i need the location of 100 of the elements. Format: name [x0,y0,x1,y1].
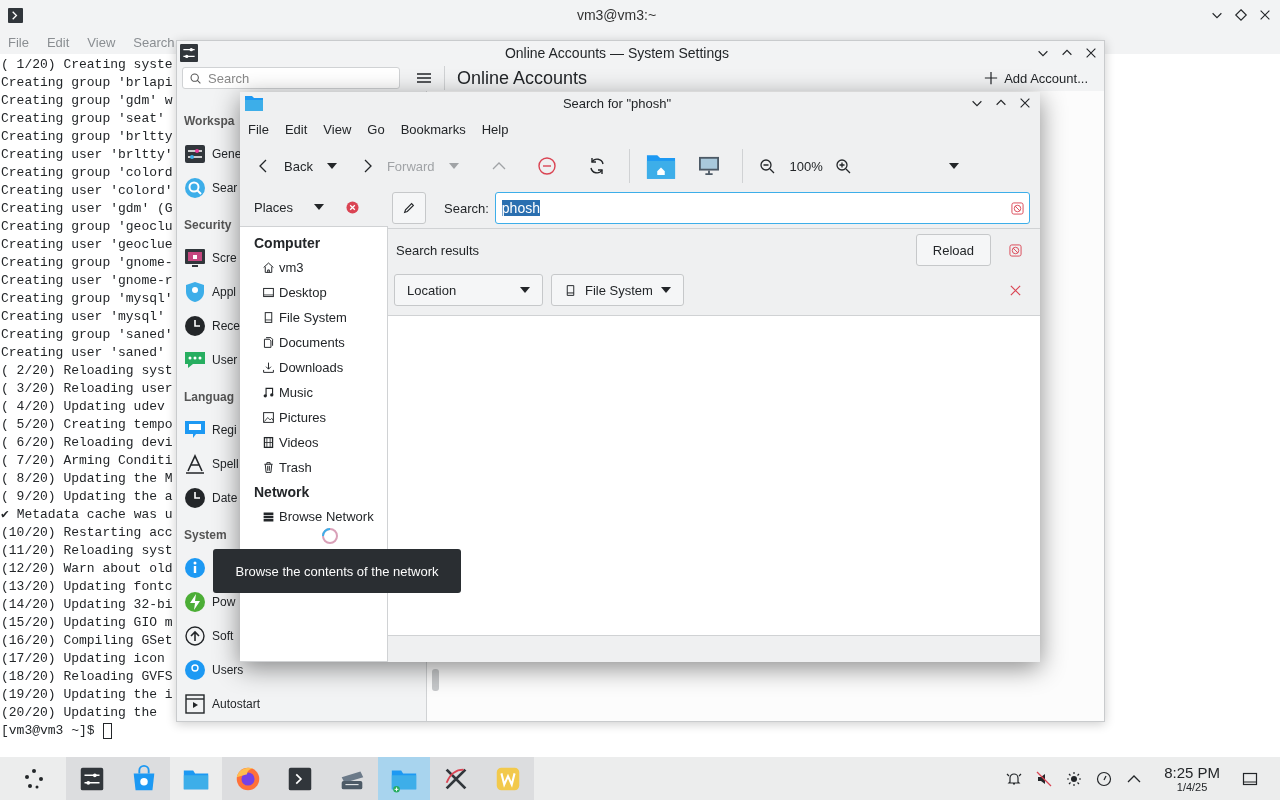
terminal-line: Creating group 'mysql' [0,290,173,308]
home-folder-icon[interactable] [645,152,676,180]
picture-icon[interactable] [262,411,275,424]
tree-item[interactable]: Documents [279,335,345,350]
dropdown-caret-icon[interactable] [326,163,337,169]
menu-item[interactable]: View [323,121,352,137]
tree-item[interactable]: Desktop [279,285,327,300]
play-window-icon[interactable] [184,693,206,715]
taskbar-button[interactable] [222,757,274,800]
close-icon[interactable] [1258,8,1272,22]
sidebar-item[interactable]: User [212,353,238,367]
stop-icon[interactable] [1009,243,1022,257]
tree-item[interactable]: File System [279,310,347,325]
menu-item[interactable]: Help [481,121,509,137]
filter-dropdown[interactable]: Location [394,274,543,306]
sidebar-item[interactable]: Rece [212,319,240,333]
muted-speaker-icon[interactable] [1036,770,1053,787]
lightning-icon[interactable] [184,591,206,613]
zoom-out-icon[interactable] [758,158,775,174]
scrollbar-handle[interactable] [432,669,439,691]
edit-button[interactable] [392,192,426,224]
sidebar-item[interactable]: Scre [212,251,237,265]
terminal-line: ( 1/20) Creating syste [0,56,173,74]
clock-time[interactable]: 8:25 PM [1164,764,1220,781]
trash-icon[interactable] [262,461,275,474]
monitor-icon[interactable] [697,156,720,176]
tree-item[interactable]: Trash [279,460,312,475]
app-launcher-icon[interactable] [22,766,46,791]
clock-date[interactable]: 1/4/25 [1176,781,1208,793]
tree-item[interactable]: Music [279,385,313,400]
search-icon [189,71,202,85]
add-account-button[interactable]: Add Account... [980,68,1092,88]
tree-group-heading[interactable]: Computer [240,231,387,255]
clear-icon[interactable] [1011,201,1024,215]
sidebar-item[interactable]: Spell [212,457,239,471]
close-icon[interactable] [1018,96,1032,110]
sidebar-item[interactable]: Date [212,491,238,505]
places-selector[interactable]: Places [254,199,314,215]
upload-icon[interactable] [184,625,206,647]
bell-icon[interactable] [1006,770,1023,787]
close-icon[interactable] [1084,46,1098,60]
reload-button[interactable]: Reload [915,234,991,266]
drive-icon [564,283,577,297]
show-desktop-icon[interactable] [1242,770,1258,787]
monitor-icon[interactable] [262,286,275,299]
gauge-icon[interactable] [1096,770,1113,787]
zoom-in-icon[interactable] [834,158,851,174]
tree-item[interactable]: Downloads [279,360,344,375]
restore-icon[interactable] [1234,8,1248,22]
sidebar-item[interactable]: Autostart [212,697,261,711]
film-icon[interactable] [262,436,275,449]
menu-item[interactable]: Go [367,121,385,137]
person-icon[interactable] [184,659,206,681]
sidebar-item[interactable]: Users [212,663,244,677]
window-title: Search for "phosh" [561,95,673,111]
drive-icon[interactable] [262,311,275,324]
clock-icon[interactable] [184,315,206,337]
download-icon[interactable] [262,361,275,374]
chat-bubble-icon[interactable] [184,349,206,371]
window-title: Online Accounts — System Settings [503,45,731,61]
close-panel-icon[interactable] [346,200,359,214]
tree-item[interactable]: Videos [279,435,319,450]
taskbar-button[interactable] [326,757,378,800]
search-field[interactable]: Search [182,67,400,89]
overflow-caret-icon[interactable] [948,163,959,169]
sidebar-item[interactable]: Regi [212,423,237,437]
tree-item[interactable]: Pictures [279,410,326,425]
tree-group-heading[interactable]: Network [240,480,387,504]
locked-screen-icon[interactable] [184,247,206,269]
sliders-icon[interactable] [184,143,206,165]
music-note-icon[interactable] [262,386,275,399]
taskbar-button[interactable] [430,757,482,800]
results-label: Search results [396,242,481,258]
filter-dropdown[interactable]: File System [551,274,684,306]
taskbar-button[interactable] [66,757,118,800]
tree-item[interactable]: vm3 [279,260,304,275]
sidebar-item[interactable]: Pow [212,595,236,609]
sidebar-item[interactable]: Appl [212,285,237,299]
info-icon[interactable] [184,557,206,579]
network-icon[interactable] [262,510,275,523]
sidebar-item[interactable]: Gene [212,147,242,161]
home-icon[interactable] [262,261,275,274]
letter-icon[interactable] [184,453,206,475]
menu-icon[interactable] [416,70,432,86]
terminal-line: Creating group 'brlapi [0,74,173,92]
brightness-icon[interactable] [1066,770,1083,787]
menu-item[interactable]: Edit [284,121,308,137]
menu-item[interactable]: File [248,121,269,137]
clock-icon[interactable] [184,487,206,509]
dropdown-caret-icon[interactable] [314,204,324,210]
sidebar-item[interactable]: Soft [212,629,234,643]
documents-icon[interactable] [262,336,275,349]
sidebar-item[interactable]: Sear [212,181,238,195]
tree-item[interactable]: Browse Network [279,509,374,524]
search-field[interactable]: phosh [494,192,1030,224]
menu-item[interactable]: Bookmarks [400,121,466,137]
terminal-line: (19/20) Updating the i [0,686,173,704]
stop-icon[interactable] [536,156,557,176]
back-button[interactable]: Back [284,158,313,174]
sliders-icon [180,44,198,62]
